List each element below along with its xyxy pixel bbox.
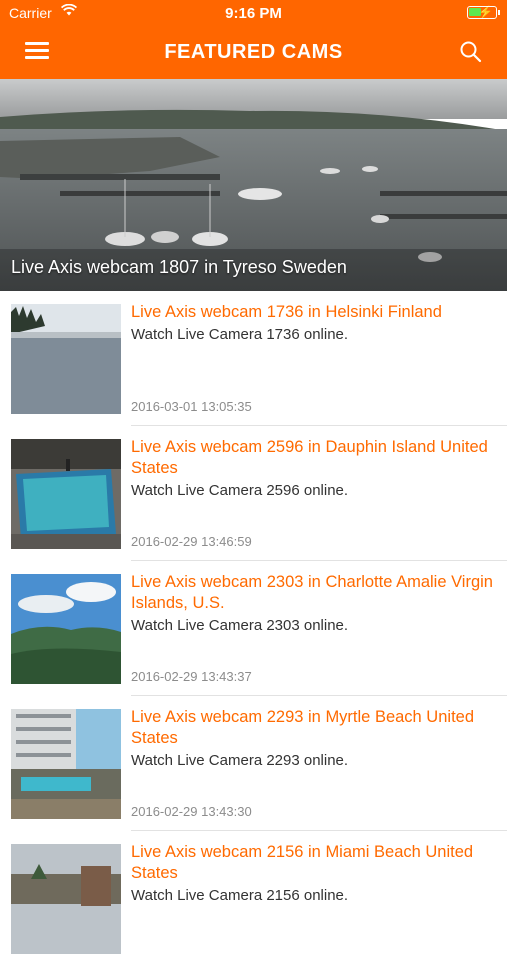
list-item[interactable]: Live Axis webcam 1736 in Helsinki Finlan… — [0, 291, 507, 426]
cam-date: 2016-02-29 13:43:37 — [131, 669, 252, 684]
cam-description: Watch Live Camera 2293 online. — [131, 752, 349, 769]
featured-cam-title: Live Axis webcam 1807 in Tyreso Sweden — [11, 257, 347, 277]
cam-thumbnail — [11, 574, 121, 684]
cam-title: Live Axis webcam 2303 in Charlotte Amali… — [131, 573, 493, 612]
list-item[interactable]: Live Axis webcam 2303 in Charlotte Amali… — [0, 561, 507, 696]
cam-date: 2016-03-01 13:05:35 — [131, 399, 252, 414]
cam-title: Live Axis webcam 2156 in Miami Beach Uni… — [131, 843, 474, 882]
cam-title: Live Axis webcam 1736 in Helsinki Finlan… — [131, 303, 442, 321]
cam-description: Watch Live Camera 1736 online. — [131, 326, 349, 343]
battery-icon — [467, 6, 500, 19]
list-item[interactable]: Live Axis webcam 2596 in Dauphin Island … — [0, 426, 507, 561]
cam-date: 2016-02-29 13:43:30 — [131, 804, 252, 819]
top-bar: Carrier 9:16 PM ⚡ FEATURED CAMS — [0, 0, 507, 79]
featured-cam-card[interactable]: Live Axis webcam 1807 in Tyreso Sweden — [0, 79, 507, 291]
cam-thumbnail — [11, 844, 121, 954]
cam-thumbnail — [11, 439, 121, 549]
list-item[interactable]: Live Axis webcam 2156 in Miami Beach Uni… — [0, 831, 507, 966]
cam-description: Watch Live Camera 2303 online. — [131, 617, 349, 634]
list-item[interactable]: Live Axis webcam 2293 in Myrtle Beach Un… — [0, 696, 507, 831]
cam-title: Live Axis webcam 2596 in Dauphin Island … — [131, 438, 488, 477]
cam-date: 2016-02-29 13:46:59 — [131, 534, 252, 549]
page-title: FEATURED CAMS — [164, 41, 343, 63]
search-icon[interactable] — [459, 40, 483, 64]
status-time: 9:16 PM — [225, 5, 282, 22]
cam-description: Watch Live Camera 2156 online. — [131, 887, 349, 904]
cam-description: Watch Live Camera 2596 online. — [131, 482, 349, 499]
cam-thumbnail — [11, 709, 121, 819]
cam-thumbnail — [11, 304, 121, 414]
status-bar: Carrier 9:16 PM ⚡ — [0, 0, 507, 28]
cam-title: Live Axis webcam 2293 in Myrtle Beach Un… — [131, 708, 475, 747]
